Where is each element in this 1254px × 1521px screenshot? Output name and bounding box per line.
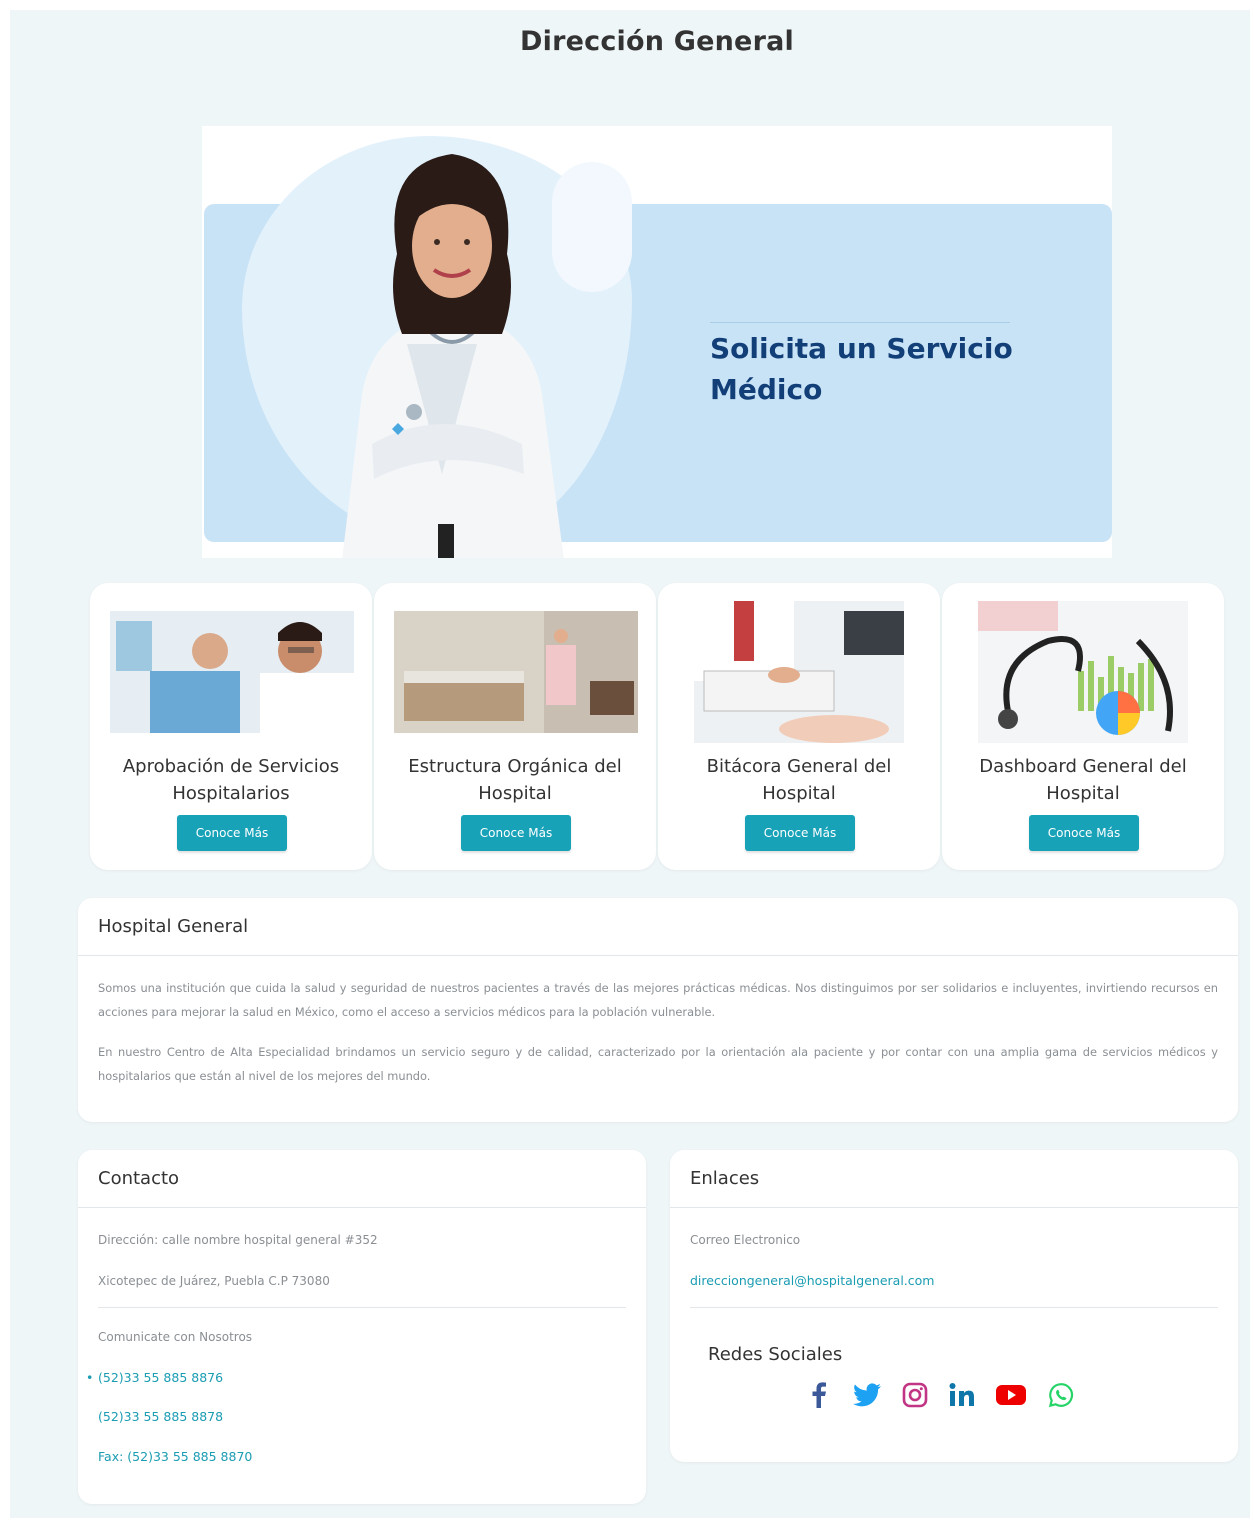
hero-headline-line1: Solicita un Servicio bbox=[710, 332, 1013, 365]
card-estructura: Estructura Orgánica del Hospital Conoce … bbox=[374, 583, 656, 870]
fax-link[interactable]: Fax: (52)33 55 885 8870 bbox=[98, 1449, 252, 1464]
email-link[interactable]: direcciongeneral@hospitalgeneral.com bbox=[690, 1273, 934, 1288]
conoce-mas-button[interactable]: Conoce Más bbox=[745, 815, 855, 851]
card-aprobacion: Aprobación de Servicios Hospitalarios Co… bbox=[90, 583, 372, 870]
hero-banner[interactable]: Solicita un Servicio Médico bbox=[202, 126, 1112, 558]
card-title: Aprobación de Servicios Hospitalarios bbox=[122, 756, 340, 804]
linkedin-icon[interactable] bbox=[946, 1380, 978, 1410]
email-label: Correo Electronico bbox=[690, 1233, 801, 1247]
about-panel: Hospital General Somos una institución q… bbox=[78, 898, 1238, 1122]
hero-headline[interactable]: Solicita un Servicio Médico bbox=[710, 328, 1070, 410]
contact-city: Xicotepec de Juárez, Puebla C.P 73080 bbox=[98, 1274, 330, 1288]
instagram-icon[interactable] bbox=[900, 1380, 930, 1410]
facebook-icon[interactable] bbox=[804, 1380, 834, 1410]
doctor-illustration bbox=[342, 154, 564, 558]
page: Dirección General Solicita un Servicio M… bbox=[10, 10, 1250, 1518]
service-cards: Aprobación de Servicios Hospitalarios Co… bbox=[90, 583, 1230, 873]
hero-headline-line2: Médico bbox=[710, 373, 823, 406]
contact-address: Dirección: calle nombre hospital general… bbox=[98, 1233, 378, 1247]
divider bbox=[670, 1207, 1238, 1208]
links-title: Enlaces bbox=[690, 1168, 760, 1189]
twitter-icon[interactable] bbox=[851, 1380, 883, 1410]
about-paragraph-2: En nuestro Centro de Alta Especialidad b… bbox=[98, 1045, 1218, 1083]
links-panel: Enlaces Correo Electronico direcciongene… bbox=[670, 1150, 1238, 1462]
card-title: Bitácora General del Hospital bbox=[706, 756, 892, 804]
stethoscope-chart-photo bbox=[978, 601, 1188, 743]
conoce-mas-button[interactable]: Conoce Más bbox=[177, 815, 287, 851]
youtube-icon[interactable] bbox=[994, 1380, 1028, 1410]
hero-rule bbox=[710, 322, 1010, 323]
conoce-mas-button[interactable]: Conoce Más bbox=[1029, 815, 1139, 851]
contact-reach-label: Comunicate con Nosotros bbox=[98, 1330, 253, 1344]
card-title: Estructura Orgánica del Hospital bbox=[408, 756, 622, 804]
divider bbox=[78, 1207, 646, 1208]
social-title: Redes Sociales bbox=[708, 1344, 843, 1365]
contact-panel: Contacto Dirección: calle nombre hospita… bbox=[78, 1150, 646, 1504]
hospital-room-photo bbox=[394, 611, 638, 733]
card-dashboard: Dashboard General del Hospital Conoce Má… bbox=[942, 583, 1224, 870]
card-title: Dashboard General del Hospital bbox=[979, 756, 1187, 804]
about-paragraph-1: Somos una institución que cuida la salud… bbox=[98, 981, 1218, 1019]
contact-title: Contacto bbox=[98, 1168, 180, 1189]
conoce-mas-button[interactable]: Conoce Más bbox=[461, 815, 571, 851]
doctor-writing-photo bbox=[694, 601, 904, 743]
doctors-photo bbox=[110, 611, 354, 733]
whatsapp-icon[interactable] bbox=[1046, 1380, 1076, 1410]
about-title: Hospital General bbox=[98, 916, 249, 937]
page-title: Dirección General bbox=[520, 26, 794, 57]
card-bitacora: Bitácora General del Hospital Conoce Más bbox=[658, 583, 940, 870]
divider bbox=[690, 1307, 1218, 1308]
bullet: • bbox=[86, 1370, 94, 1385]
phone-link-1[interactable]: • (52)33 55 885 8876 bbox=[86, 1370, 223, 1385]
divider bbox=[98, 1307, 626, 1308]
divider bbox=[78, 955, 1238, 956]
phone-link-2[interactable]: (52)33 55 885 8878 bbox=[98, 1409, 223, 1424]
